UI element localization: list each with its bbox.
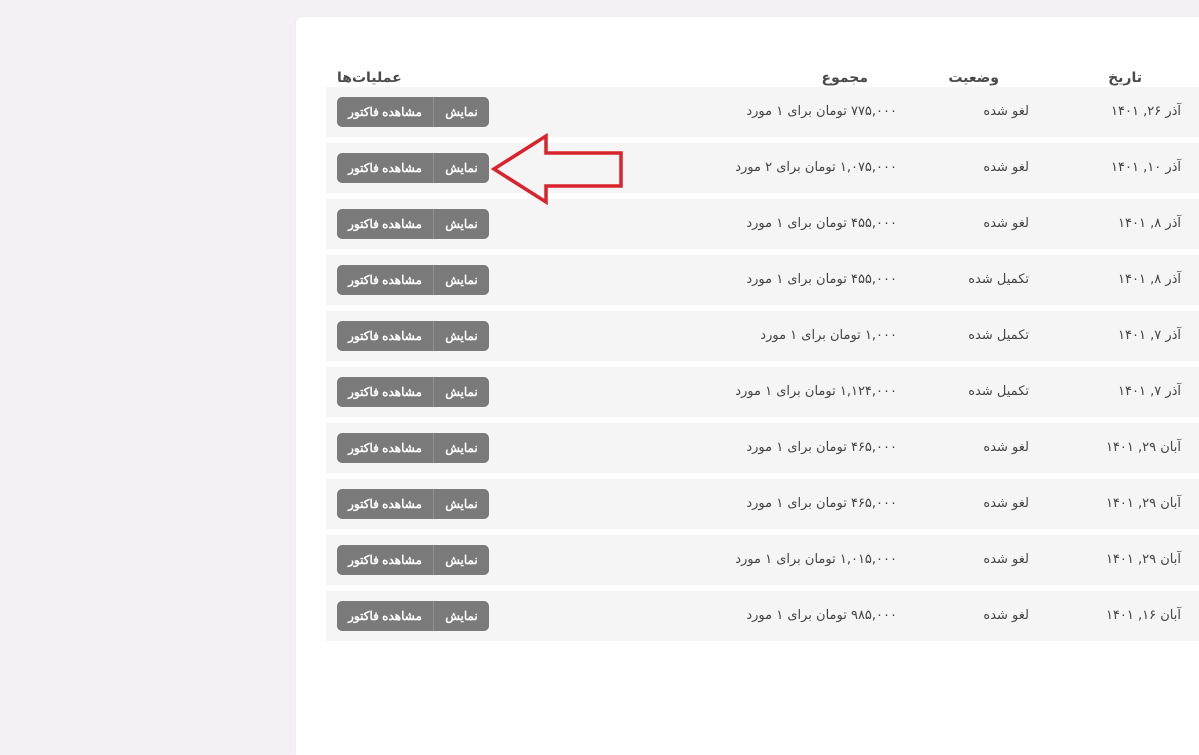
header-date: تاریخ bbox=[1108, 70, 1142, 86]
show-order-button[interactable]: نمایش bbox=[433, 97, 489, 127]
table-row: آذر ۸, ۱۴۰۱ تکمیل شده ۴۵۵,۰۰۰ تومان برای… bbox=[326, 255, 1199, 305]
header-actions: عملیات‌ها bbox=[337, 70, 402, 86]
view-invoice-button[interactable]: مشاهده فاکتور bbox=[337, 209, 433, 239]
order-status: لغو شده bbox=[983, 160, 1029, 175]
header-status: وضعیت bbox=[948, 70, 999, 86]
order-date: آبان ۲۹, ۱۴۰۱ bbox=[1105, 440, 1181, 455]
order-status: لغو شده bbox=[983, 496, 1029, 511]
row-actions: مشاهده فاکتور نمایش bbox=[337, 377, 489, 407]
order-total: ۴۵۵,۰۰۰ تومان برای ۱ مورد bbox=[746, 216, 897, 231]
view-invoice-button[interactable]: مشاهده فاکتور bbox=[337, 153, 433, 183]
order-total: ۱,۰۰۰ تومان برای ۱ مورد bbox=[760, 328, 897, 343]
show-order-button[interactable]: نمایش bbox=[433, 545, 489, 575]
order-total: ۴۶۵,۰۰۰ تومان برای ۱ مورد bbox=[746, 496, 897, 511]
show-order-button[interactable]: نمایش bbox=[433, 601, 489, 631]
order-status: لغو شده bbox=[983, 216, 1029, 231]
order-date: آذر ۷, ۱۴۰۱ bbox=[1118, 384, 1181, 399]
table-row: آبان ۲۹, ۱۴۰۱ لغو شده ۴۶۵,۰۰۰ تومان برای… bbox=[326, 423, 1199, 473]
order-total: ۷۷۵,۰۰۰ تومان برای ۱ مورد bbox=[746, 104, 897, 119]
order-date: آذر ۸, ۱۴۰۱ bbox=[1118, 216, 1181, 231]
red-arrow-icon bbox=[490, 133, 623, 205]
order-date: آذر ۷, ۱۴۰۱ bbox=[1118, 328, 1181, 343]
table-row: آبان ۲۹, ۱۴۰۱ لغو شده ۱,۰۱۵,۰۰۰ تومان بر… bbox=[326, 535, 1199, 585]
order-total: ۴۶۵,۰۰۰ تومان برای ۱ مورد bbox=[746, 440, 897, 455]
row-actions: مشاهده فاکتور نمایش bbox=[337, 321, 489, 351]
show-order-button[interactable]: نمایش bbox=[433, 265, 489, 295]
show-order-button[interactable]: نمایش bbox=[433, 489, 489, 519]
order-status: لغو شده bbox=[983, 552, 1029, 567]
row-actions: مشاهده فاکتور نمایش bbox=[337, 545, 489, 575]
show-order-button[interactable]: نمایش bbox=[433, 321, 489, 351]
show-order-button[interactable]: نمایش bbox=[433, 153, 489, 183]
row-actions: مشاهده فاکتور نمایش bbox=[337, 601, 489, 631]
orders-panel: تاریخ وضعیت مجموع عملیات‌ها آذر ۲۶, ۱۴۰۱… bbox=[296, 17, 1199, 755]
header-total: مجموع bbox=[821, 70, 868, 86]
view-invoice-button[interactable]: مشاهده فاکتور bbox=[337, 601, 433, 631]
row-actions: مشاهده فاکتور نمایش bbox=[337, 153, 489, 183]
view-invoice-button[interactable]: مشاهده فاکتور bbox=[337, 377, 433, 407]
order-date: آبان ۱۶, ۱۴۰۱ bbox=[1105, 608, 1181, 623]
view-invoice-button[interactable]: مشاهده فاکتور bbox=[337, 489, 433, 519]
show-order-button[interactable]: نمایش bbox=[433, 433, 489, 463]
order-total: ۱,۰۷۵,۰۰۰ تومان برای ۲ مورد bbox=[735, 160, 897, 175]
table-row: آذر ۲۶, ۱۴۰۱ لغو شده ۷۷۵,۰۰۰ تومان برای … bbox=[326, 87, 1199, 137]
order-status: تکمیل شده bbox=[968, 272, 1029, 287]
order-status: تکمیل شده bbox=[968, 328, 1029, 343]
view-invoice-button[interactable]: مشاهده فاکتور bbox=[337, 265, 433, 295]
order-status: تکمیل شده bbox=[968, 384, 1029, 399]
order-date: آذر ۲۶, ۱۴۰۱ bbox=[1111, 104, 1181, 119]
row-actions: مشاهده فاکتور نمایش bbox=[337, 433, 489, 463]
row-actions: مشاهده فاکتور نمایش bbox=[337, 209, 489, 239]
row-actions: مشاهده فاکتور نمایش bbox=[337, 97, 489, 127]
table-row: آذر ۱۰, ۱۴۰۱ لغو شده ۱,۰۷۵,۰۰۰ تومان برا… bbox=[326, 143, 1199, 193]
order-date: آبان ۲۹, ۱۴۰۱ bbox=[1105, 496, 1181, 511]
order-date: آذر ۱۰, ۱۴۰۱ bbox=[1111, 160, 1181, 175]
view-invoice-button[interactable]: مشاهده فاکتور bbox=[337, 433, 433, 463]
show-order-button[interactable]: نمایش bbox=[433, 377, 489, 407]
order-status: لغو شده bbox=[983, 608, 1029, 623]
show-order-button[interactable]: نمایش bbox=[433, 209, 489, 239]
order-total: ۹۸۵,۰۰۰ تومان برای ۱ مورد bbox=[746, 608, 897, 623]
order-date: آبان ۲۹, ۱۴۰۱ bbox=[1105, 552, 1181, 567]
order-status: لغو شده bbox=[983, 104, 1029, 119]
table-row: آذر ۷, ۱۴۰۱ تکمیل شده ۱,۱۲۴,۰۰۰ تومان بر… bbox=[326, 367, 1199, 417]
order-total: ۱,۱۲۴,۰۰۰ تومان برای ۱ مورد bbox=[735, 384, 897, 399]
order-date: آذر ۸, ۱۴۰۱ bbox=[1118, 272, 1181, 287]
table-row: آبان ۲۹, ۱۴۰۱ لغو شده ۴۶۵,۰۰۰ تومان برای… bbox=[326, 479, 1199, 529]
view-invoice-button[interactable]: مشاهده فاکتور bbox=[337, 97, 433, 127]
table-row: آذر ۸, ۱۴۰۱ لغو شده ۴۵۵,۰۰۰ تومان برای ۱… bbox=[326, 199, 1199, 249]
table-row: آذر ۷, ۱۴۰۱ تکمیل شده ۱,۰۰۰ تومان برای ۱… bbox=[326, 311, 1199, 361]
order-status: لغو شده bbox=[983, 440, 1029, 455]
order-total: ۴۵۵,۰۰۰ تومان برای ۱ مورد bbox=[746, 272, 897, 287]
order-total: ۱,۰۱۵,۰۰۰ تومان برای ۱ مورد bbox=[735, 552, 897, 567]
view-invoice-button[interactable]: مشاهده فاکتور bbox=[337, 321, 433, 351]
row-actions: مشاهده فاکتور نمایش bbox=[337, 489, 489, 519]
row-actions: مشاهده فاکتور نمایش bbox=[337, 265, 489, 295]
view-invoice-button[interactable]: مشاهده فاکتور bbox=[337, 545, 433, 575]
table-row: آبان ۱۶, ۱۴۰۱ لغو شده ۹۸۵,۰۰۰ تومان برای… bbox=[326, 591, 1199, 641]
